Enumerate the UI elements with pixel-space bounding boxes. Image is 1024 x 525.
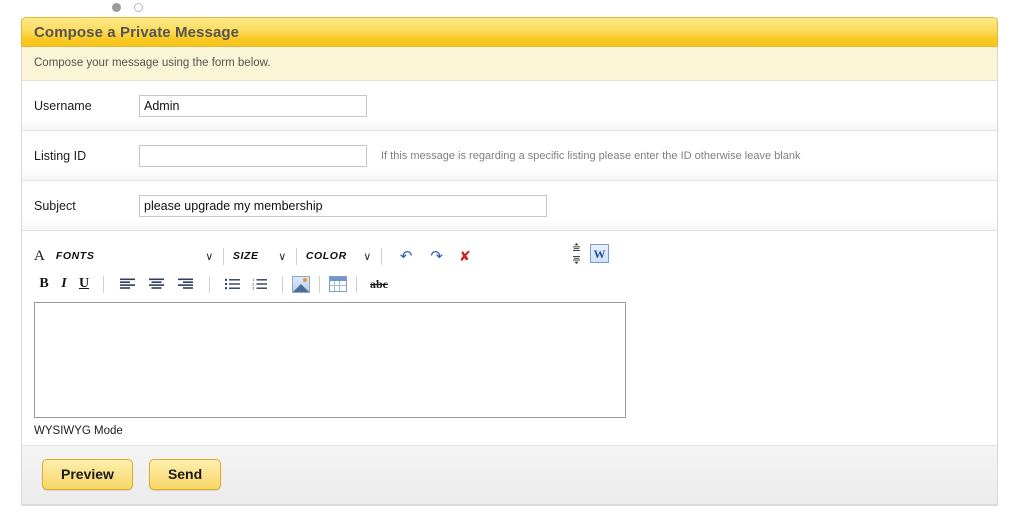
toolbar-divider <box>356 275 357 293</box>
toolbar-divider <box>295 247 297 265</box>
listing-id-input[interactable] <box>139 144 367 167</box>
chevron-down-icon: ∨ <box>363 250 372 263</box>
table-icon-grid <box>330 281 346 291</box>
unordered-list-icon[interactable] <box>225 278 240 290</box>
bold-icon[interactable]: B <box>34 276 54 292</box>
subject-label: Subject <box>34 198 76 213</box>
size-dropdown-label: SIZE <box>232 250 259 262</box>
editor-toolbar-row-1: A FONTS ∨ SIZE ∨ COLOR ∨ ↶ ↷ ✘ W <box>34 243 634 267</box>
paste-from-word-icon[interactable]: W <box>590 244 609 263</box>
editor-toolbar: A FONTS ∨ SIZE ∨ COLOR ∨ ↶ ↷ ✘ W B I U 1… <box>34 243 634 295</box>
font-style-icon[interactable]: A <box>34 248 45 265</box>
insert-image-icon[interactable] <box>292 275 310 293</box>
page-root: Compose a Private Message Compose your m… <box>0 0 1024 525</box>
ordered-list-icon[interactable]: 1 2 3 <box>252 278 267 290</box>
username-field-wrap <box>139 94 367 117</box>
username-label: Username <box>34 98 92 113</box>
fonts-dropdown-label: FONTS <box>55 250 95 262</box>
size-dropdown[interactable]: SIZE ∨ <box>233 250 287 263</box>
editor-toolbar-row-2: B I U 1 2 3 abc <box>34 273 634 295</box>
pager-dot-1[interactable] <box>112 2 121 12</box>
strikethrough-icon[interactable]: abc <box>370 277 388 292</box>
chevron-down-icon: ∨ <box>278 250 287 263</box>
message-body-editor[interactable] <box>34 302 626 418</box>
send-button[interactable]: Send <box>148 459 222 490</box>
toolbar-divider <box>222 247 224 265</box>
panel-description: Compose your message using the form belo… <box>22 47 997 81</box>
align-center-icon[interactable] <box>149 278 164 290</box>
pager-dots <box>112 0 143 14</box>
toolbar-divider <box>282 275 283 293</box>
subject-input[interactable] <box>139 194 547 217</box>
align-left-icon[interactable] <box>120 278 135 290</box>
editor-toolbar-right-cluster: W <box>572 243 609 264</box>
page-title: Compose a Private Message <box>34 23 240 41</box>
underline-icon[interactable]: U <box>74 276 94 292</box>
listing-id-hint: If this message is regarding a specific … <box>381 149 801 162</box>
align-right-icon[interactable] <box>178 278 193 290</box>
color-dropdown[interactable]: COLOR ∨ <box>306 250 372 263</box>
line-spacing-controls <box>572 243 581 264</box>
form-row-subject: Subject <box>22 181 997 231</box>
redo-icon[interactable]: ↷ <box>430 249 443 264</box>
compose-message-panel: Compose a Private Message Compose your m… <box>21 17 998 506</box>
fonts-dropdown[interactable]: FONTS ∨ <box>56 250 214 263</box>
decrease-spacing-icon[interactable] <box>572 255 581 264</box>
subject-field-wrap <box>139 194 547 217</box>
color-dropdown-label: COLOR <box>305 250 347 262</box>
preview-button[interactable]: Preview <box>42 459 133 490</box>
toolbar-divider <box>319 275 320 293</box>
listing-id-field-wrap: If this message is regarding a specific … <box>139 144 801 167</box>
form-row-username: Username <box>22 81 997 131</box>
undo-icon[interactable]: ↶ <box>400 249 413 264</box>
svg-text:3: 3 <box>252 286 255 290</box>
toolbar-divider <box>103 275 104 293</box>
form-actions: Preview Send <box>22 446 997 505</box>
toolbar-divider <box>209 275 210 293</box>
increase-spacing-icon[interactable] <box>572 243 581 252</box>
username-input[interactable] <box>139 94 367 117</box>
listing-id-label: Listing ID <box>34 148 87 163</box>
editor-mode-label: WYSIWYG Mode <box>34 425 123 437</box>
form-row-message-body: A FONTS ∨ SIZE ∨ COLOR ∨ ↶ ↷ ✘ W B I U 1… <box>22 231 997 446</box>
pager-dot-2[interactable] <box>134 2 143 12</box>
italic-icon[interactable]: I <box>54 276 74 292</box>
remove-formatting-icon[interactable]: ✘ <box>459 249 471 263</box>
panel-header: Compose a Private Message <box>21 17 998 47</box>
form-row-listing-id: Listing ID If this message is regarding … <box>22 131 997 181</box>
toolbar-divider <box>380 247 382 265</box>
insert-table-icon[interactable] <box>329 276 347 292</box>
chevron-down-icon: ∨ <box>205 250 214 263</box>
